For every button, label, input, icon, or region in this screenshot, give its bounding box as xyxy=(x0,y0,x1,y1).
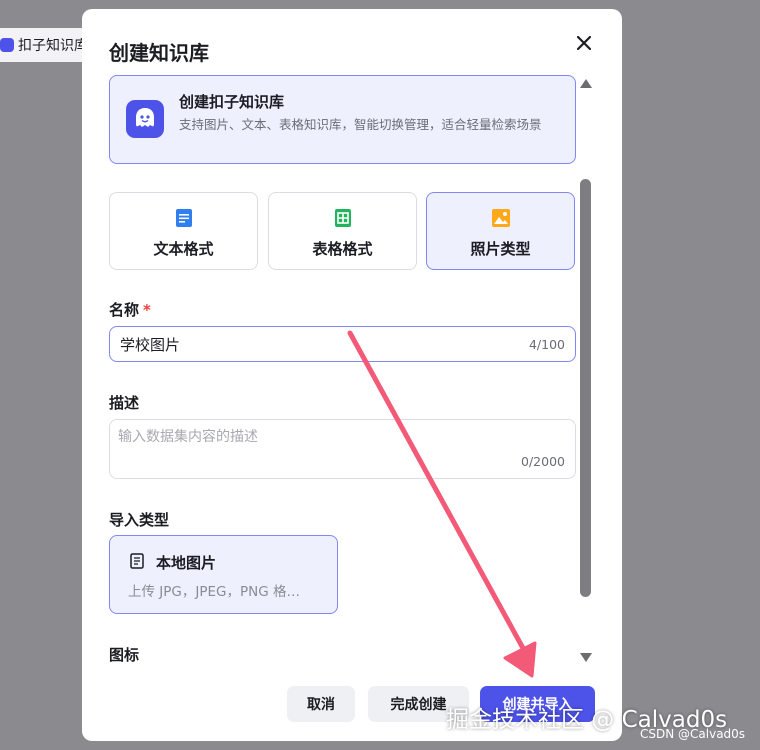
import-type-local-images[interactable]: 本地图片 上传 JPG，JPEG，PNG 格… xyxy=(109,535,338,614)
description-field-label: 描述 xyxy=(109,394,140,412)
background-knowledge-chip: 扣子知识库 xyxy=(0,28,90,62)
name-input-wrapper: 4/100 xyxy=(109,326,576,362)
cancel-button[interactable]: 取消 xyxy=(287,686,355,722)
text-doc-icon xyxy=(176,209,192,227)
kb-type-description: 支持图片、文本、表格知识库，智能切换管理，适合轻量检索场景 xyxy=(179,117,542,132)
format-tab-label: 照片类型 xyxy=(470,240,531,258)
image-icon xyxy=(492,209,510,227)
coze-logo-icon xyxy=(126,100,164,138)
watermark-csdn: CSDN @Calvad0s xyxy=(640,727,746,741)
coze-logo-icon xyxy=(0,38,14,52)
import-type-description: 上传 JPG，JPEG，PNG 格… xyxy=(128,584,300,600)
icon-field-label: 图标 xyxy=(109,646,140,664)
scrollbar-thumb[interactable] xyxy=(580,179,591,597)
document-icon xyxy=(130,553,144,569)
name-char-counter: 4/100 xyxy=(528,337,565,352)
coze-knowledge-type-card[interactable]: 创建扣子知识库 支持图片、文本、表格知识库，智能切换管理，适合轻量检索场景 xyxy=(109,75,576,164)
import-type-label: 导入类型 xyxy=(109,511,170,529)
format-tab-label: 文本格式 xyxy=(153,240,214,258)
scroll-up-arrow[interactable] xyxy=(579,77,593,89)
description-textarea[interactable] xyxy=(118,426,558,456)
description-char-counter: 0/2000 xyxy=(521,454,565,469)
background-chip-label: 扣子知识库 xyxy=(18,38,88,54)
format-tab-label: 表格格式 xyxy=(312,240,373,258)
format-tab-image[interactable]: 照片类型 xyxy=(426,192,575,270)
kb-type-title: 创建扣子知识库 xyxy=(179,93,285,111)
modal-title: 创建知识库 xyxy=(109,41,209,65)
required-mark: * xyxy=(143,301,151,319)
close-button[interactable] xyxy=(570,29,598,57)
name-input[interactable] xyxy=(120,327,500,361)
close-icon xyxy=(576,35,592,51)
import-type-title: 本地图片 xyxy=(156,554,217,572)
name-field-label: 名称 * xyxy=(109,301,151,319)
format-tab-table[interactable]: 表格格式 xyxy=(268,192,417,270)
description-wrapper: 0/2000 xyxy=(109,419,576,479)
scroll-down-arrow[interactable] xyxy=(579,652,593,664)
table-icon xyxy=(335,209,351,227)
format-tab-text[interactable]: 文本格式 xyxy=(109,192,258,270)
create-knowledge-modal: 创建知识库 创建扣子知识库 支持图片、文本、表格知识库，智能切换管理，适合轻量检… xyxy=(82,9,622,741)
